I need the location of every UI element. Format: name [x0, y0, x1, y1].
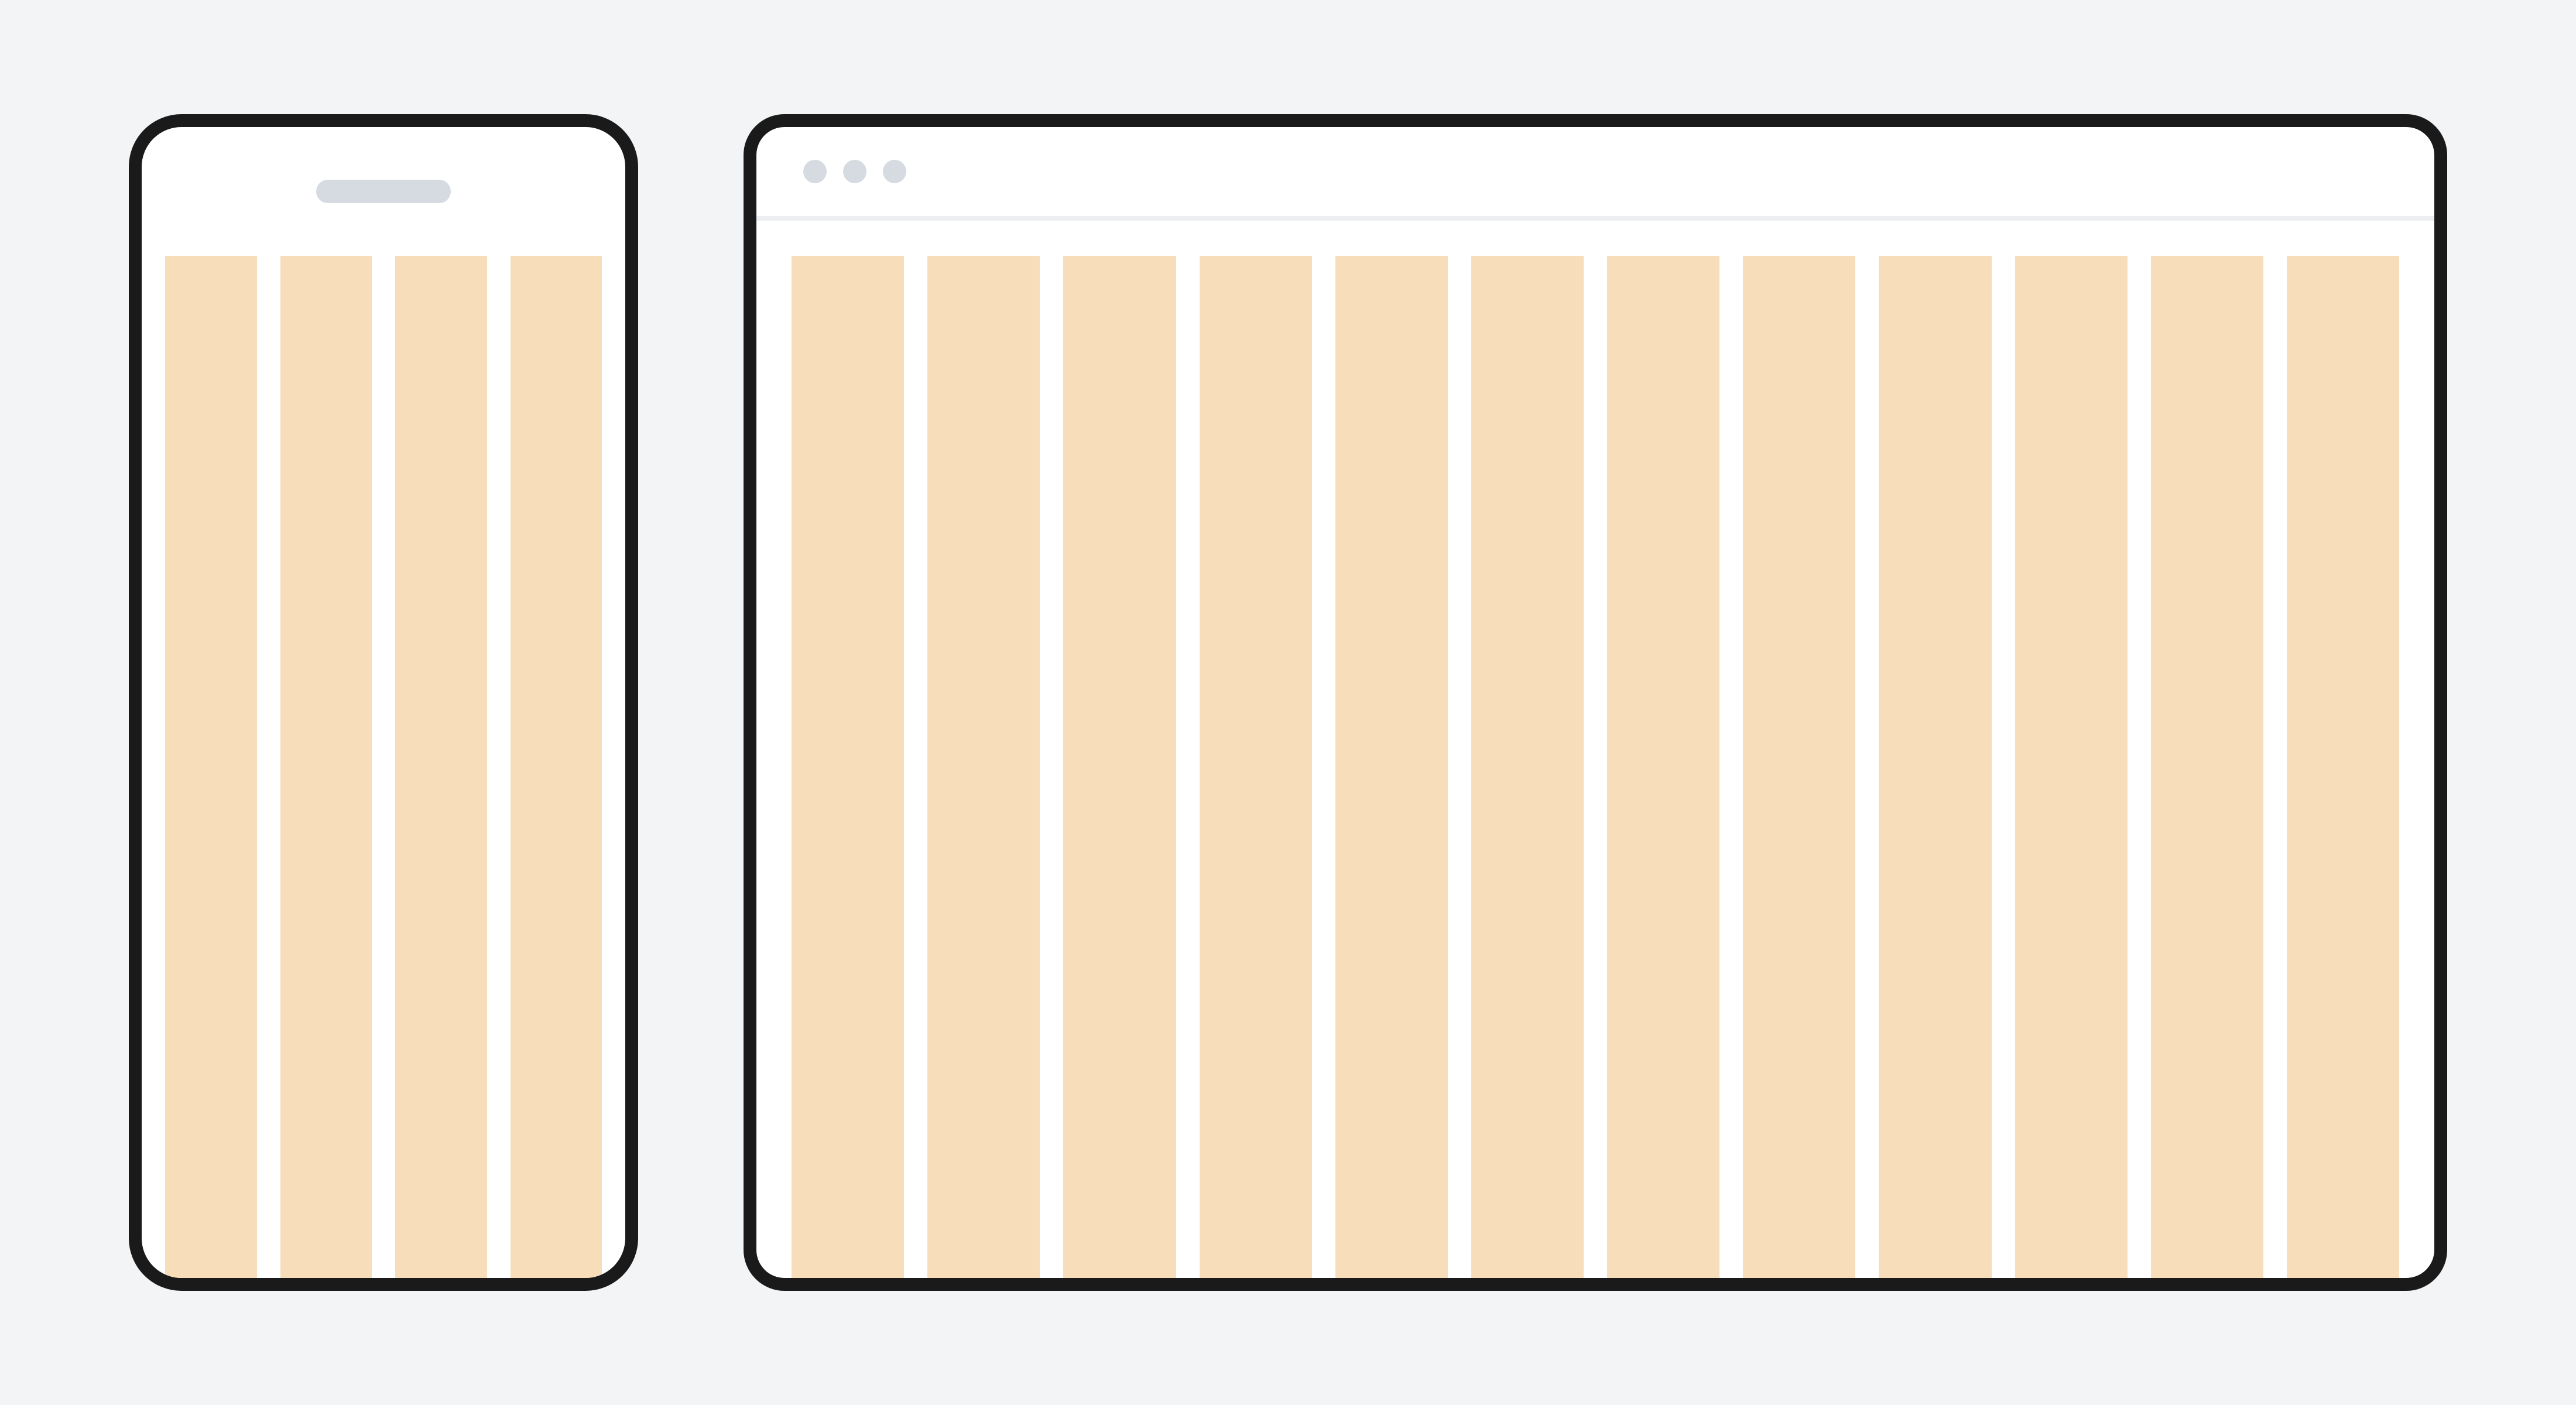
desktop-browser-frame [744, 114, 2447, 1291]
speaker-pill-icon [316, 180, 451, 203]
phone-status-bar [142, 127, 625, 256]
grid-column [1471, 256, 1584, 1278]
grid-column [511, 256, 602, 1278]
window-control-dot-icon [803, 160, 827, 183]
grid-column [792, 256, 904, 1278]
window-control-dot-icon [883, 160, 906, 183]
grid-column [1879, 256, 1991, 1278]
grid-column [1200, 256, 1312, 1278]
mobile-grid-container [142, 256, 625, 1278]
grid-column [1335, 256, 1448, 1278]
desktop-grid-container [756, 221, 2434, 1278]
grid-column [2015, 256, 2128, 1278]
grid-column [927, 256, 1040, 1278]
grid-column [1607, 256, 1719, 1278]
browser-chrome-bar [756, 127, 2434, 221]
mobile-device-frame [129, 114, 638, 1291]
grid-column [1743, 256, 1855, 1278]
grid-column [2287, 256, 2399, 1278]
window-controls-group [803, 160, 906, 183]
grid-column [395, 256, 487, 1278]
grid-column [1063, 256, 1176, 1278]
grid-column [280, 256, 372, 1278]
grid-column [165, 256, 257, 1278]
grid-column [2151, 256, 2263, 1278]
window-control-dot-icon [843, 160, 866, 183]
